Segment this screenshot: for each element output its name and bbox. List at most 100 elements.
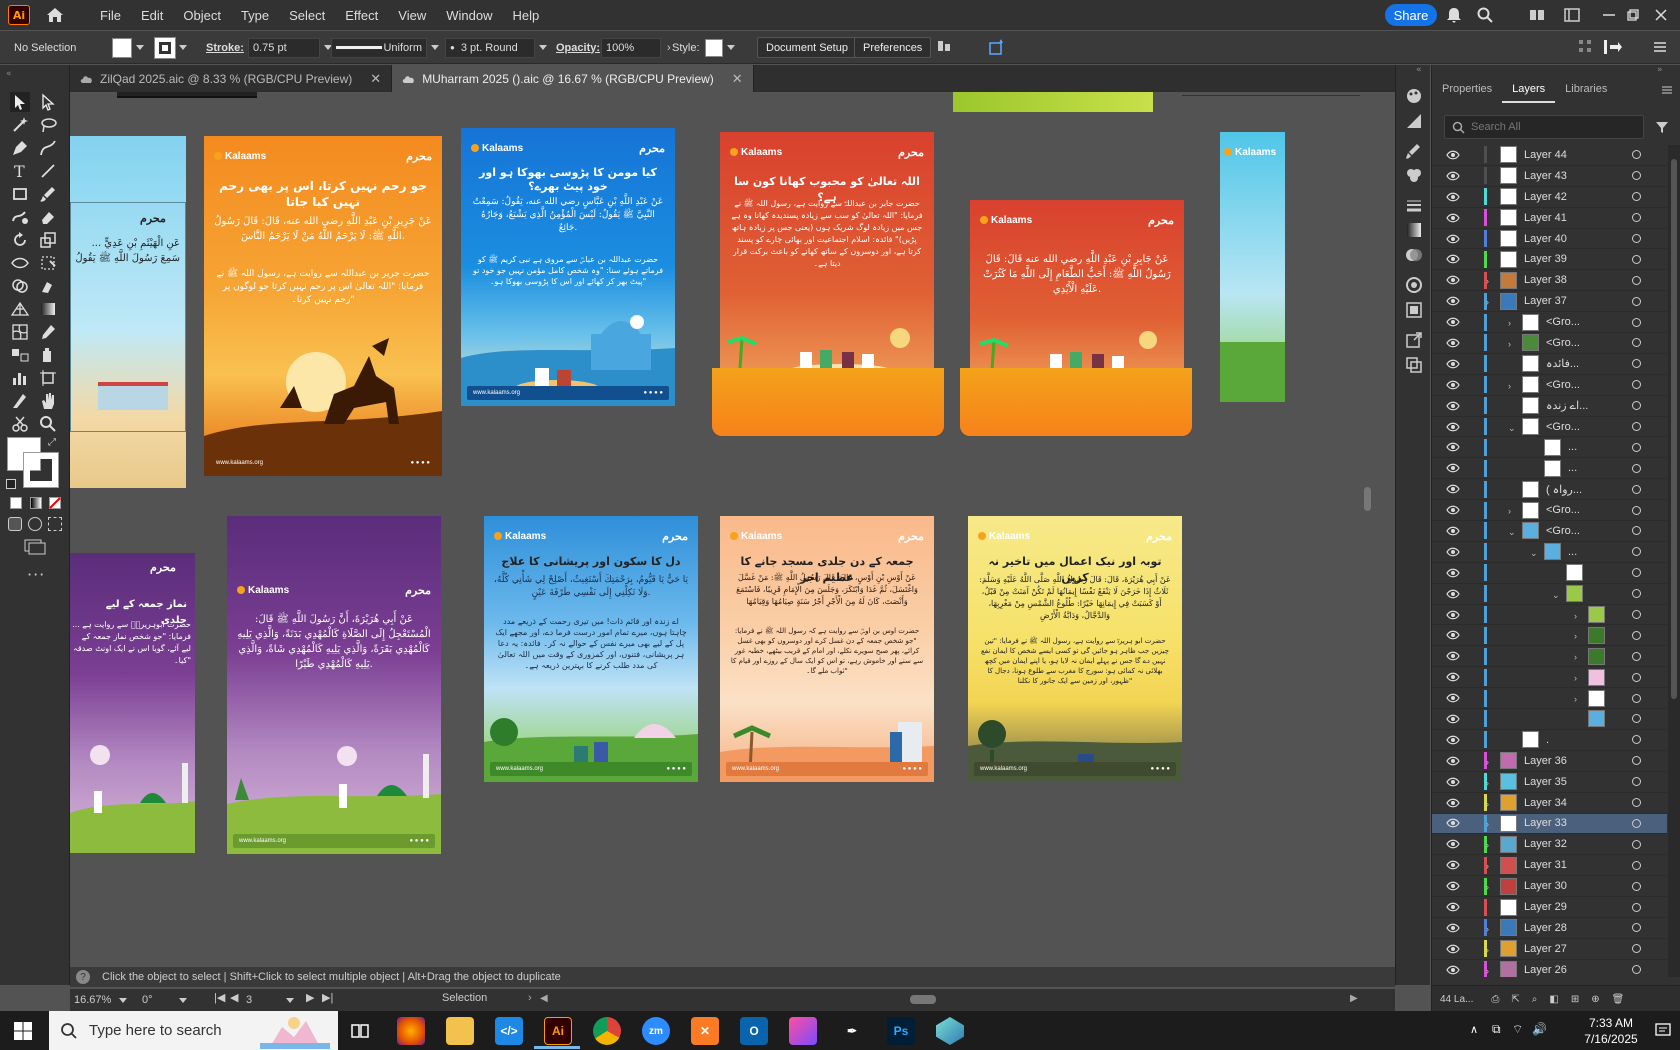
- visibility-eye-icon[interactable]: [1446, 380, 1460, 390]
- layer-row[interactable]: ›: [1432, 646, 1667, 668]
- variable-width-profile[interactable]: Uniform: [331, 37, 439, 58]
- visibility-eye-icon[interactable]: [1446, 296, 1460, 306]
- layer-row[interactable]: ( رواہ...: [1432, 479, 1667, 501]
- expand-chevron-icon[interactable]: ⌄: [1508, 423, 1516, 433]
- target-circle-icon[interactable]: [1632, 234, 1641, 243]
- type-tool-icon[interactable]: T: [10, 161, 30, 181]
- expand-chevron-icon[interactable]: ›: [1508, 339, 1516, 349]
- layer-row[interactable]: Layer 41: [1432, 208, 1667, 229]
- layer-name[interactable]: Layer 41: [1524, 212, 1567, 224]
- network-status-icon[interactable]: ⧉: [1492, 1022, 1501, 1037]
- target-circle-icon[interactable]: [1632, 380, 1641, 390]
- layer-row[interactable]: › Layer 34: [1432, 793, 1667, 814]
- target-circle-icon[interactable]: [1632, 213, 1641, 223]
- target-circle-icon[interactable]: [1632, 171, 1641, 181]
- chevron-down-icon[interactable]: [727, 45, 735, 50]
- zoom-field[interactable]: 16.67%: [74, 991, 134, 1009]
- target-circle-icon[interactable]: [1632, 944, 1641, 954]
- layer-row[interactable]: › Layer 28: [1432, 918, 1667, 939]
- eraser-tool-icon[interactable]: [38, 207, 58, 227]
- canva-icon[interactable]: [789, 1017, 817, 1045]
- layer-name[interactable]: Layer 38: [1524, 274, 1567, 286]
- paintbrush-tool-icon[interactable]: [38, 184, 58, 204]
- layer-row[interactable]: › Layer 31: [1432, 855, 1667, 877]
- close-icon[interactable]: ✕: [732, 71, 743, 87]
- stroke-color-control[interactable]: [154, 36, 187, 59]
- rotate-view-field[interactable]: 0°: [142, 991, 202, 1009]
- artboard-hadith-7[interactable]: محرم نماز جمعہ کے لیے جلدی حضرت ابوہریرہ…: [70, 553, 195, 853]
- expand-chevron-icon[interactable]: ›: [1486, 945, 1494, 955]
- target-circle-icon[interactable]: [1632, 359, 1641, 369]
- visibility-eye-icon[interactable]: [1446, 860, 1460, 870]
- magic-wand-tool-icon[interactable]: [10, 115, 30, 135]
- gradient-mode-icon[interactable]: [30, 497, 42, 509]
- visibility-eye-icon[interactable]: [1446, 505, 1460, 515]
- menu-file[interactable]: File: [90, 8, 131, 23]
- draw-inside-icon[interactable]: [48, 517, 62, 531]
- layer-name[interactable]: اے زندہ...: [1546, 399, 1588, 412]
- layer-name[interactable]: Layer 30: [1524, 880, 1567, 892]
- menu-object[interactable]: Object: [173, 8, 231, 23]
- mesh-tool-icon[interactable]: [10, 322, 30, 342]
- help-icon[interactable]: ?: [76, 970, 90, 984]
- home-icon[interactable]: [44, 5, 66, 25]
- bell-icon[interactable]: [1445, 6, 1463, 24]
- target-circle-icon[interactable]: [1632, 965, 1641, 975]
- export-icon[interactable]: [1404, 330, 1424, 350]
- stroke-weight-field[interactable]: 0.75 pt: [248, 37, 332, 58]
- artboard-hadith-1[interactable]: محرم عَنِ الْهَيْثَمِ بْنِ عَدِيٍّ ... س…: [70, 136, 186, 488]
- expand-chevron-icon[interactable]: ›: [1486, 882, 1494, 892]
- visibility-eye-icon[interactable]: [1446, 777, 1460, 787]
- layer-row[interactable]: [1432, 709, 1667, 730]
- layer-name[interactable]: ( رواہ...: [1546, 483, 1582, 496]
- stroke-weight-value[interactable]: 0.75 pt: [248, 37, 320, 58]
- layer-row[interactable]: › Layer 26: [1432, 960, 1667, 977]
- stroke-label[interactable]: Stroke:: [206, 37, 244, 58]
- layer-row[interactable]: › <Gro...: [1432, 333, 1667, 354]
- default-colors-icon[interactable]: [6, 479, 16, 489]
- visibility-eye-icon[interactable]: [1446, 610, 1460, 620]
- visibility-eye-icon[interactable]: [1446, 714, 1460, 724]
- layer-name[interactable]: Layer 44: [1524, 149, 1567, 161]
- filter-icon[interactable]: [1654, 119, 1670, 135]
- target-circle-icon[interactable]: [1632, 923, 1641, 933]
- layer-name[interactable]: Layer 42: [1524, 191, 1567, 203]
- layer-row[interactable]: Layer 29: [1432, 897, 1667, 918]
- visibility-eye-icon[interactable]: [1446, 463, 1460, 473]
- stroke-panel-icon[interactable]: [1404, 195, 1424, 215]
- layer-name[interactable]: Layer 40: [1524, 233, 1567, 245]
- layer-name[interactable]: Layer 29: [1524, 901, 1567, 913]
- artboard-hadith-3[interactable]: Kalaams محرم کیا مومن کا پڑوسی بھوکا ہو ا…: [461, 128, 675, 406]
- expand-chevron-icon[interactable]: ⌄: [1530, 548, 1538, 558]
- visibility-eye-icon[interactable]: [1446, 923, 1460, 933]
- layer-row[interactable]: ⌄: [1432, 584, 1667, 605]
- layer-name[interactable]: <Gro...: [1546, 337, 1580, 349]
- menu-window[interactable]: Window: [436, 8, 502, 23]
- target-circle-icon[interactable]: [1632, 839, 1641, 849]
- visibility-eye-icon[interactable]: [1446, 422, 1460, 432]
- layer-name[interactable]: .: [1546, 734, 1549, 746]
- layer-search-input[interactable]: Search All: [1444, 115, 1644, 139]
- preferences-button[interactable]: Preferences: [854, 37, 932, 58]
- color-panel-icon[interactable]: [1404, 86, 1424, 106]
- target-circle-icon[interactable]: [1632, 756, 1641, 766]
- layer-name[interactable]: Layer 34: [1524, 797, 1567, 809]
- artboard-hadith-6[interactable]: Kalaams: [1220, 132, 1285, 402]
- hexagon-app-icon[interactable]: [936, 1017, 964, 1045]
- shape-builder-tool-icon[interactable]: [10, 276, 30, 296]
- target-circle-icon[interactable]: [1632, 442, 1641, 452]
- layer-row[interactable]: ⌄ <Gro...: [1432, 417, 1667, 438]
- layer-row[interactable]: ⌄...: [1432, 542, 1667, 563]
- target-circle-icon[interactable]: [1632, 881, 1641, 891]
- visibility-eye-icon[interactable]: [1446, 568, 1460, 578]
- zoom-app-icon[interactable]: zm: [642, 1017, 670, 1045]
- layer-row[interactable]: Layer 44: [1432, 145, 1667, 166]
- notifications-icon[interactable]: [1654, 1021, 1672, 1039]
- collapse-panel-icon[interactable]: »: [1657, 65, 1663, 75]
- artboards-panel-icon[interactable]: [1404, 355, 1424, 375]
- style-swatch[interactable]: [705, 38, 723, 57]
- layer-row[interactable]: › Layer 30: [1432, 876, 1667, 898]
- workspace-icon[interactable]: [1528, 6, 1546, 24]
- layer-name[interactable]: <Gro...: [1546, 379, 1580, 391]
- expand-chevron-icon[interactable]: ›: [1486, 924, 1494, 934]
